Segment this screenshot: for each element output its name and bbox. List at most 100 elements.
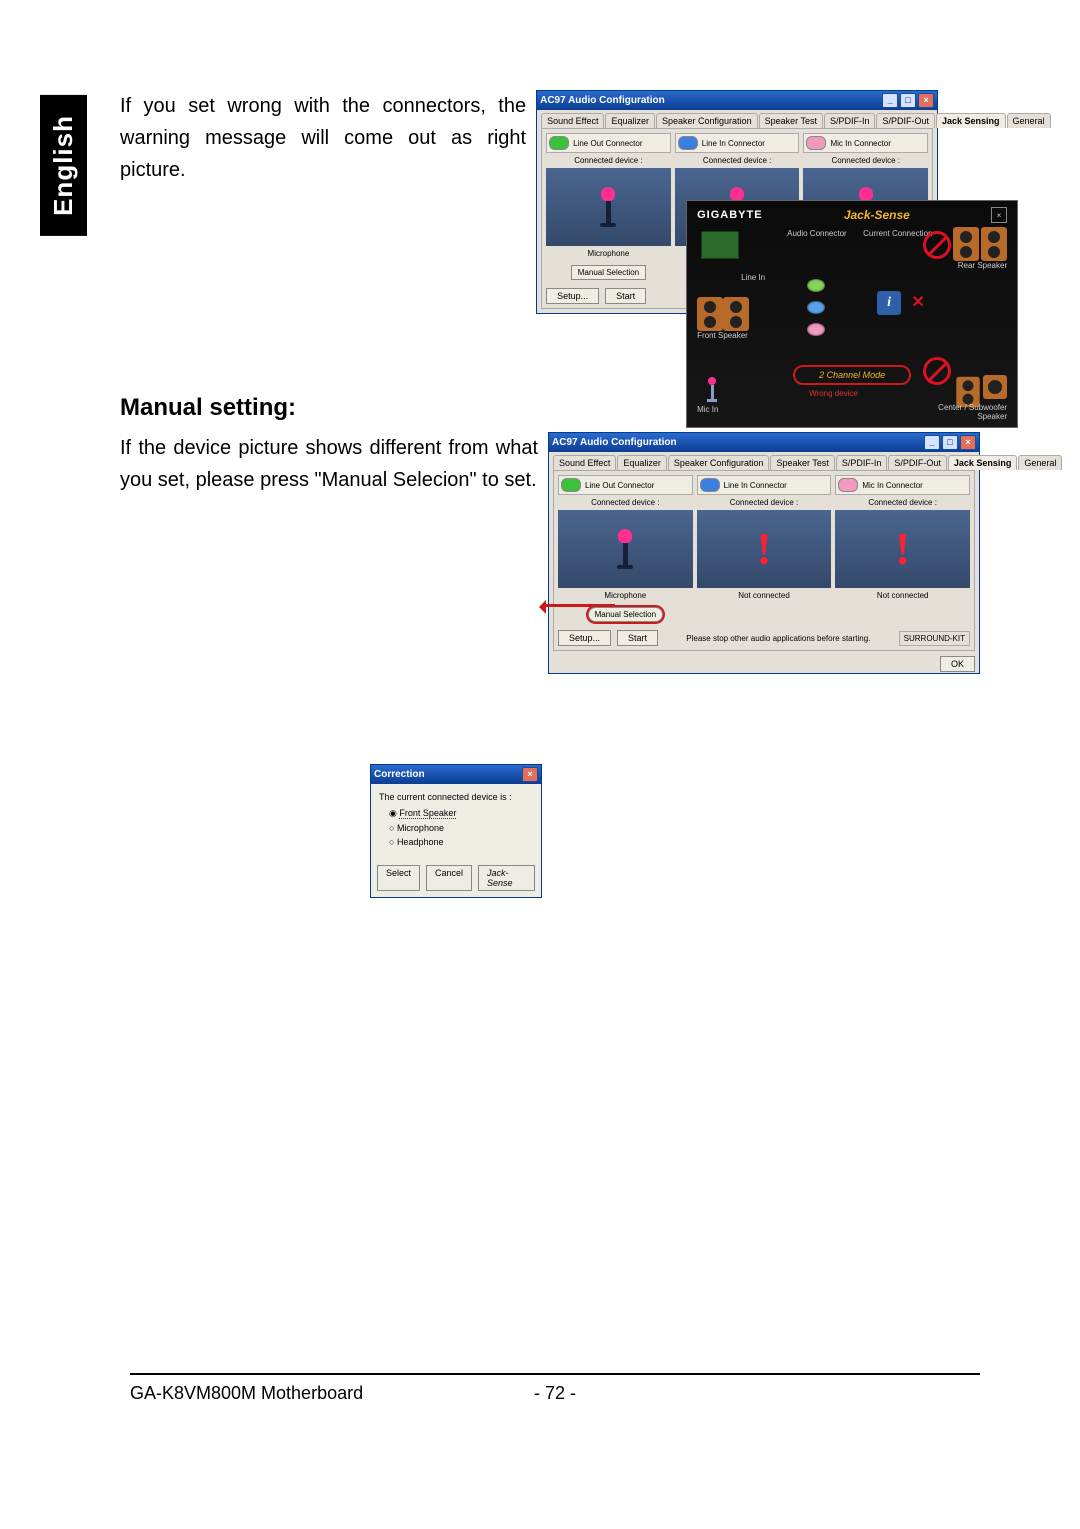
prohibit-icon (923, 231, 951, 259)
body-text-1: If you set wrong with the connectors, th… (120, 90, 526, 314)
manual-selection-button[interactable]: Manual Selection (571, 265, 646, 280)
center-sub-label: Center / Subwoofer Speaker (927, 403, 1007, 421)
jack-green-icon (549, 136, 569, 150)
radio-headphone[interactable]: ○ Headphone (389, 837, 533, 847)
mic-in-label: Mic In Connector (862, 481, 922, 490)
tab-jack-sensing[interactable]: Jack Sensing (936, 113, 1006, 128)
section-wrong-connector: If you set wrong with the connectors, th… (120, 90, 980, 314)
wrong-device-label: Wrong device (809, 389, 858, 398)
ok-button[interactable]: OK (940, 656, 975, 672)
setup-button[interactable]: Setup... (546, 288, 599, 304)
body-text-2: If the device picture shows different fr… (120, 432, 538, 496)
dialog-titlebar: Correction × (371, 765, 541, 784)
jack-pink-icon (807, 323, 825, 336)
device-name: Not connected (697, 591, 832, 600)
gigabyte-logo: GIGABYTE (697, 209, 762, 221)
jack-sense-title: Jack-Sense (844, 208, 910, 222)
channel-mode-badge: 2 Channel Mode (793, 365, 911, 385)
microphone-icon (603, 187, 613, 227)
microphone-icon (707, 377, 717, 402)
maximize-icon[interactable]: □ (942, 435, 958, 450)
section-manual-setting: Manual setting: If the device picture sh… (120, 394, 980, 898)
dialog-title: Correction (374, 769, 425, 780)
start-button[interactable]: Start (617, 630, 658, 646)
speaker-icon (953, 227, 979, 261)
maximize-icon[interactable]: □ (900, 93, 916, 108)
speaker-icon (723, 297, 749, 331)
pcb-icon (701, 231, 739, 259)
tab-speaker-config[interactable]: Speaker Configuration (668, 455, 770, 470)
page-number: - 72 - (534, 1383, 576, 1404)
speaker-icon (981, 227, 1007, 261)
arrow-icon (545, 604, 615, 607)
jack-green-icon (561, 478, 581, 492)
jack-sense-button[interactable]: Jack-Sense (478, 865, 535, 891)
tab-speaker-test[interactable]: Speaker Test (759, 113, 823, 128)
tab-spdif-out[interactable]: S/PDIF-Out (876, 113, 935, 128)
jack-blue-icon (678, 136, 698, 150)
cancel-button[interactable]: Cancel (426, 865, 472, 891)
connected-label: Connected device : (803, 156, 928, 165)
warning-icon: ! (895, 526, 910, 572)
footer-product: GA-K8VM800M Motherboard (130, 1383, 363, 1404)
warning-icon: ! (756, 526, 771, 572)
tab-sound-effect[interactable]: Sound Effect (553, 455, 616, 470)
jack-pink-icon (838, 478, 858, 492)
page-footer: GA-K8VM800M Motherboard - 72 - (130, 1373, 980, 1404)
radio-microphone[interactable]: ○ Microphone (389, 823, 533, 833)
line-in-label: Line In Connector (702, 139, 765, 148)
tab-spdif-out[interactable]: S/PDIF-Out (888, 455, 947, 470)
prohibit-icon (923, 357, 951, 385)
tab-equalizer[interactable]: Equalizer (617, 455, 667, 470)
connected-label: Connected device : (697, 498, 832, 507)
tab-spdif-in[interactable]: S/PDIF-In (824, 113, 876, 128)
line-out-label: Line Out Connector (585, 481, 654, 490)
tab-jack-sensing[interactable]: Jack Sensing (948, 455, 1018, 470)
minimize-icon[interactable]: _ (882, 93, 898, 108)
jack-blue-icon (807, 301, 825, 314)
tabs: Sound Effect Equalizer Speaker Configura… (537, 110, 937, 128)
connected-label: Connected device : (546, 156, 671, 165)
window-title: AC97 Audio Configuration (552, 437, 677, 448)
line-out-label: Line Out Connector (573, 139, 642, 148)
close-icon[interactable]: × (918, 93, 934, 108)
window-title: AC97 Audio Configuration (540, 95, 665, 106)
x-icon: ✕ (909, 293, 927, 311)
start-button[interactable]: Start (605, 288, 646, 304)
radio-front-speaker[interactable]: ◉ Front Speaker (389, 808, 533, 819)
line-in-label: Line In Connector (724, 481, 787, 490)
front-speaker-label: Front Speaker (697, 331, 748, 340)
manual-selection-button[interactable]: Manual Selection (588, 607, 663, 622)
tab-sound-effect[interactable]: Sound Effect (541, 113, 604, 128)
tab-speaker-test[interactable]: Speaker Test (770, 455, 834, 470)
speaker-icon (697, 297, 723, 331)
select-button[interactable]: Select (377, 865, 420, 891)
window-titlebar: AC97 Audio Configuration _ □ × (549, 433, 979, 452)
ac97-window-2: AC97 Audio Configuration _ □ × Sound Eff… (548, 432, 980, 674)
device-name: Not connected (835, 591, 970, 600)
tab-speaker-config[interactable]: Speaker Configuration (656, 113, 758, 128)
tab-general[interactable]: General (1007, 113, 1051, 128)
close-icon[interactable]: × (960, 435, 976, 450)
language-tab: English (40, 95, 87, 236)
surround-kit-badge: SURROUND-KIT (899, 631, 970, 646)
microphone-icon (620, 529, 630, 569)
jack-sense-panel: GIGABYTE Jack-Sense × Audio Connector Cu… (686, 200, 1018, 428)
jack-blue-icon (700, 478, 720, 492)
window-titlebar: AC97 Audio Configuration _ □ × (537, 91, 937, 110)
setup-button[interactable]: Setup... (558, 630, 611, 646)
device-name: Microphone (546, 249, 671, 258)
close-icon[interactable]: × (991, 207, 1007, 223)
info-icon[interactable]: i (877, 291, 901, 315)
tabs: Sound Effect Equalizer Speaker Configura… (549, 452, 979, 470)
note-text: Please stop other audio applications bef… (664, 634, 893, 643)
tab-equalizer[interactable]: Equalizer (605, 113, 655, 128)
dialog-prompt: The current connected device is : (379, 792, 533, 802)
connected-label: Connected device : (675, 156, 800, 165)
subwoofer-icon (983, 375, 1007, 399)
tab-general[interactable]: General (1018, 455, 1062, 470)
minimize-icon[interactable]: _ (924, 435, 940, 450)
tab-spdif-in[interactable]: S/PDIF-In (836, 455, 888, 470)
close-icon[interactable]: × (522, 767, 538, 782)
mic-in-label: Mic In Connector (830, 139, 890, 148)
